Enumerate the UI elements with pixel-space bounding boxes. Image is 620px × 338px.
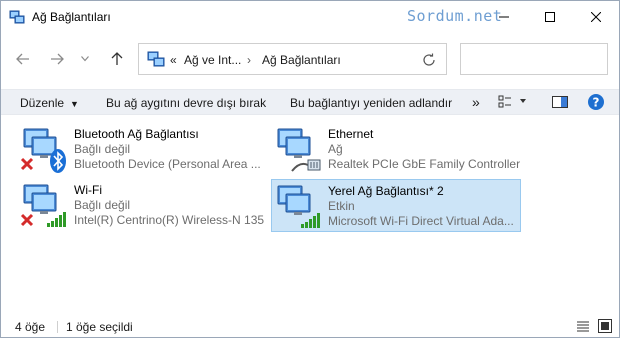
ethernet-cable-icon <box>291 159 321 172</box>
search-input[interactable] <box>460 43 608 75</box>
title-bar[interactable]: Ağ Bağlantıları Sordum.net <box>1 1 619 33</box>
item-count: 4 öğe <box>15 320 46 334</box>
preview-pane-button[interactable] <box>552 95 568 112</box>
organize-menu[interactable]: Düzenle ▼ <box>20 96 79 110</box>
connection-device: Intel(R) Centrino(R) Wireless-N 135 <box>74 213 264 227</box>
maximize-button[interactable] <box>527 1 573 33</box>
disconnected-x-icon <box>20 157 34 171</box>
more-commands-button[interactable]: » <box>472 94 480 110</box>
chevron-down-icon: ▼ <box>70 99 79 109</box>
details-view-button[interactable] <box>576 320 590 335</box>
details-view-icon <box>577 321 589 332</box>
address-overflow[interactable]: « <box>170 53 177 67</box>
status-separator <box>57 321 58 333</box>
status-bar: 4 öğe 1 öğe seçildi <box>1 315 619 337</box>
minimize-button[interactable] <box>481 1 527 33</box>
selection-count: 1 öğe seçildi <box>66 320 133 334</box>
organize-label: Düzenle <box>20 96 65 110</box>
back-arrow-icon <box>16 53 29 65</box>
connection-device: Bluetooth Device (Personal Area ... <box>74 157 261 171</box>
refresh-icon[interactable] <box>420 51 438 69</box>
breadcrumb-segment[interactable]: Ağ Bağlantıları <box>262 53 341 67</box>
change-view-button[interactable] <box>498 95 528 112</box>
window-title: Ağ Bağlantıları <box>32 10 111 24</box>
connection-status: Bağlı değil <box>74 142 131 156</box>
minimize-icon <box>499 16 509 18</box>
connection-tile-ethernet[interactable]: Ethernet Ağ Realtek PCIe GbE Family Cont… <box>271 122 521 174</box>
connections-list: Bluetooth Ağ Bağlantısı Bağlı değil Blue… <box>1 116 619 311</box>
close-icon <box>591 12 601 22</box>
rename-connection-button[interactable]: Bu bağlantıyı yeniden adlandır <box>290 96 452 110</box>
navigation-bar: « Ağ ve Int... › Ağ Bağlantıları <box>1 41 619 77</box>
disable-device-button[interactable]: Bu ağ aygıtını devre dışı bırak <box>106 96 266 110</box>
maximize-icon <box>545 12 555 22</box>
wifi-signal-icon <box>47 212 66 227</box>
chevron-down-icon <box>81 56 89 62</box>
address-bar[interactable]: « Ağ ve Int... › Ağ Bağlantıları <box>138 43 447 75</box>
up-arrow-icon <box>111 52 123 65</box>
help-icon: ? <box>588 94 604 110</box>
connection-tile-bluetooth[interactable]: Bluetooth Ağ Bağlantısı Bağlı değil Blue… <box>17 122 267 174</box>
forward-button[interactable] <box>46 47 68 71</box>
connection-status: Bağlı değil <box>74 198 131 212</box>
back-button[interactable] <box>12 47 34 71</box>
network-connections-icon <box>147 51 165 67</box>
connection-device: Realtek PCIe GbE Family Controller <box>328 157 521 171</box>
preview-pane-icon <box>552 96 568 108</box>
close-button[interactable] <box>573 1 619 33</box>
view-options-icon <box>498 95 526 108</box>
svg-text:?: ? <box>593 96 600 110</box>
connection-device: Microsoft Wi-Fi Direct Virtual Ada... <box>328 214 514 228</box>
connection-name: Ethernet <box>328 127 374 141</box>
connection-name: Wi-Fi <box>74 183 102 197</box>
breadcrumb-separator[interactable]: › <box>247 53 251 67</box>
connection-name: Yerel Ağ Bağlantısı* 2 <box>328 184 444 198</box>
connection-status: Etkin <box>328 199 355 213</box>
disconnected-x-icon <box>20 213 34 227</box>
breadcrumb-segment[interactable]: Ağ ve Int... <box>184 53 241 67</box>
bluetooth-icon <box>50 149 66 173</box>
command-bar: Düzenle ▼ Bu ağ aygıtını devre dışı bırak… <box>1 89 619 115</box>
network-connections-icon <box>9 10 25 24</box>
connection-status: Ağ <box>328 142 343 156</box>
help-button[interactable]: ? <box>588 94 604 113</box>
recent-locations-button[interactable] <box>77 47 93 71</box>
forward-arrow-icon <box>51 53 64 65</box>
up-button[interactable] <box>106 47 128 71</box>
wifi-signal-icon <box>301 213 320 228</box>
connection-tile-local-area-2[interactable]: Yerel Ağ Bağlantısı* 2 Etkin Microsoft W… <box>271 179 521 232</box>
connection-name: Bluetooth Ağ Bağlantısı <box>74 127 199 141</box>
large-icons-view-button[interactable] <box>598 319 612 336</box>
network-connections-window: Ağ Bağlantıları Sordum.net « Ağ ve Int..… <box>0 0 620 338</box>
connection-tile-wifi[interactable]: Wi-Fi Bağlı değil Intel(R) Centrino(R) W… <box>17 178 267 230</box>
large-icons-view-icon <box>598 319 612 333</box>
